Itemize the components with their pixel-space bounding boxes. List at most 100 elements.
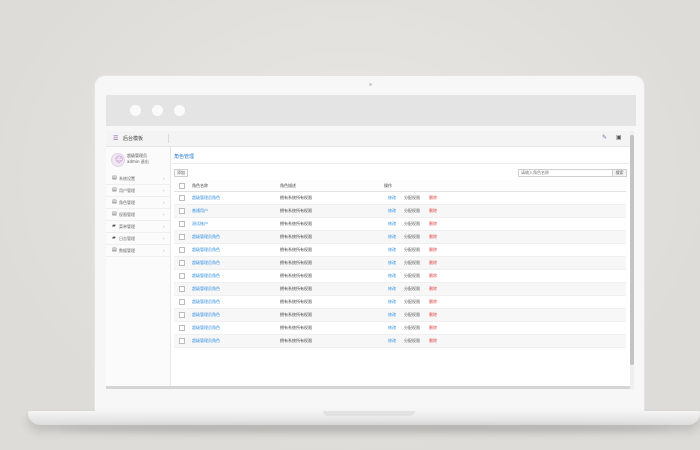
scrollbar-thumb[interactable]	[630, 135, 634, 365]
row-checkbox[interactable]	[179, 325, 185, 331]
menu-toggle-icon[interactable]: ☰	[113, 136, 118, 142]
row-checkbox[interactable]	[179, 260, 185, 266]
role-name-link[interactable]: 超级管理员角色	[192, 247, 220, 253]
search-button[interactable]: 搜索	[612, 169, 627, 177]
assign-permission-button[interactable]: 分配权限	[404, 208, 420, 214]
edit-button[interactable]: 修改	[388, 221, 396, 227]
user-role-logout[interactable]: admin 退出	[127, 159, 149, 165]
edit-button[interactable]: 修改	[388, 195, 396, 201]
app-title: 后台模板	[123, 136, 144, 142]
assign-permission-button[interactable]: 分配权限	[404, 195, 420, 201]
delete-button[interactable]: 删除	[429, 338, 437, 344]
table-row: 超级管理员角色 拥有系统所有权限 修改 分配权限 删除	[174, 335, 626, 348]
roles-table: 角色名称 角色描述 操作 超级管理员角色 拥有系统所有权限 修改 分配权限 删除 普通用户…	[174, 180, 626, 348]
role-description: 拥有系统所有权限	[280, 208, 312, 213]
assign-permission-button[interactable]: 分配权限	[404, 273, 420, 279]
table-row: 超级管理员角色 拥有系统所有权限 修改 分配权限 删除	[174, 257, 626, 270]
row-checkbox[interactable]	[179, 338, 185, 344]
select-all-checkbox[interactable]	[179, 183, 185, 189]
table-row: 超级管理员角色 拥有系统所有权限 修改 分配权限 删除	[174, 322, 626, 335]
assign-permission-button[interactable]: 分配权限	[404, 286, 420, 292]
delete-button[interactable]: 删除	[429, 286, 437, 292]
horizontal-scrollbar[interactable]	[106, 386, 630, 389]
role-description: 拥有系统所有权限	[280, 273, 312, 278]
sidebar-item-roles[interactable]: ▤ 角色管理 ›	[106, 197, 170, 209]
sidebar-item-logs[interactable]: ▰ 日志管理 ›	[106, 233, 170, 245]
edit-button[interactable]: 修改	[388, 208, 396, 214]
role-name-link[interactable]: 超级管理员角色	[192, 273, 220, 279]
role-name-link[interactable]: 超级管理员角色	[192, 325, 220, 331]
role-name-link[interactable]: 超级管理员角色	[192, 234, 220, 240]
delete-button[interactable]: 删除	[429, 247, 437, 253]
row-checkbox[interactable]	[179, 195, 185, 201]
row-checkbox[interactable]	[179, 221, 185, 227]
role-name-link[interactable]: 测试账户	[192, 221, 208, 227]
laptop-shadow	[60, 425, 670, 433]
edit-button[interactable]: 修改	[388, 299, 396, 305]
assign-permission-button[interactable]: 分配权限	[404, 247, 420, 253]
assign-permission-button[interactable]: 分配权限	[404, 325, 420, 331]
delete-button[interactable]: 删除	[429, 221, 437, 227]
delete-button[interactable]: 删除	[429, 273, 437, 279]
edit-button[interactable]: 修改	[388, 260, 396, 266]
row-checkbox[interactable]	[179, 312, 185, 318]
delete-button[interactable]: 删除	[429, 234, 437, 240]
edit-button[interactable]: 修改	[388, 338, 396, 344]
assign-permission-button[interactable]: 分配权限	[404, 299, 420, 305]
sidebar-item-menus[interactable]: ▰ 菜单管理 ›	[106, 221, 170, 233]
row-checkbox[interactable]	[179, 247, 185, 253]
topbar-divider	[168, 134, 169, 143]
table-row: 超级管理员角色 拥有系统所有权限 修改 分配权限 删除	[174, 192, 626, 205]
delete-button[interactable]: 删除	[429, 299, 437, 305]
role-name-link[interactable]: 超级管理员角色	[192, 286, 220, 292]
sidebar-item-label: 日志管理	[119, 236, 135, 241]
delete-button[interactable]: 删除	[429, 312, 437, 318]
delete-button[interactable]: 删除	[429, 325, 437, 331]
sidebar-item-users[interactable]: ▤ 用户管理 ›	[106, 185, 170, 197]
edit-button[interactable]: 修改	[388, 325, 396, 331]
row-checkbox[interactable]	[179, 286, 185, 292]
row-checkbox[interactable]	[179, 273, 185, 279]
assign-permission-button[interactable]: 分配权限	[404, 338, 420, 344]
vertical-scrollbar[interactable]	[630, 131, 634, 389]
delete-button[interactable]: 删除	[429, 208, 437, 214]
role-name-link[interactable]: 普通用户	[192, 208, 208, 214]
row-checkbox[interactable]	[179, 299, 185, 305]
role-name-link[interactable]: 超级管理员角色	[192, 299, 220, 305]
window-maximize-dot[interactable]	[174, 105, 185, 116]
role-description: 拥有系统所有权限	[280, 234, 312, 239]
role-name-link[interactable]: 超级管理员角色	[192, 195, 220, 201]
table-row: 超级管理员角色 拥有系统所有权限 修改 分配权限 删除	[174, 296, 626, 309]
sidebar-item-label: 权限管理	[119, 212, 135, 217]
edit-button[interactable]: 修改	[388, 273, 396, 279]
assign-permission-button[interactable]: 分配权限	[404, 260, 420, 266]
delete-button[interactable]: 删除	[429, 260, 437, 266]
skin-icon[interactable]: ✎	[602, 135, 607, 141]
delete-button[interactable]: 删除	[429, 195, 437, 201]
role-name-link[interactable]: 超级管理员角色	[192, 338, 220, 344]
add-button[interactable]: 添加	[174, 169, 188, 177]
search-input[interactable]: 请输入角色名称	[518, 169, 614, 177]
edit-button[interactable]: 修改	[388, 234, 396, 240]
role-description: 拥有系统所有权限	[280, 195, 312, 200]
window-minimize-dot[interactable]	[152, 105, 163, 116]
role-name-link[interactable]: 超级管理员角色	[192, 312, 220, 318]
account-icon[interactable]: ▣	[616, 135, 622, 141]
assign-permission-button[interactable]: 分配权限	[404, 221, 420, 227]
sidebar-item-permissions[interactable]: ▤ 权限管理 ›	[106, 209, 170, 221]
assign-permission-button[interactable]: 分配权限	[404, 234, 420, 240]
role-description: 拥有系统所有权限	[280, 299, 312, 304]
edit-button[interactable]: 修改	[388, 286, 396, 292]
assign-permission-button[interactable]: 分配权限	[404, 312, 420, 318]
role-name-link[interactable]: 超级管理员角色	[192, 260, 220, 266]
edit-button[interactable]: 修改	[388, 247, 396, 253]
sidebar-item-system[interactable]: ▤ 系统设置 ›	[106, 173, 170, 185]
row-checkbox[interactable]	[179, 208, 185, 214]
chevron-right-icon: ›	[163, 212, 165, 217]
edit-button[interactable]: 修改	[388, 312, 396, 318]
row-checkbox[interactable]	[179, 234, 185, 240]
window-close-dot[interactable]	[130, 105, 141, 116]
chevron-right-icon: ›	[163, 176, 165, 181]
sidebar-item-data[interactable]: ▤ 数据管理 ›	[106, 245, 170, 257]
avatar: ☺	[111, 153, 125, 167]
